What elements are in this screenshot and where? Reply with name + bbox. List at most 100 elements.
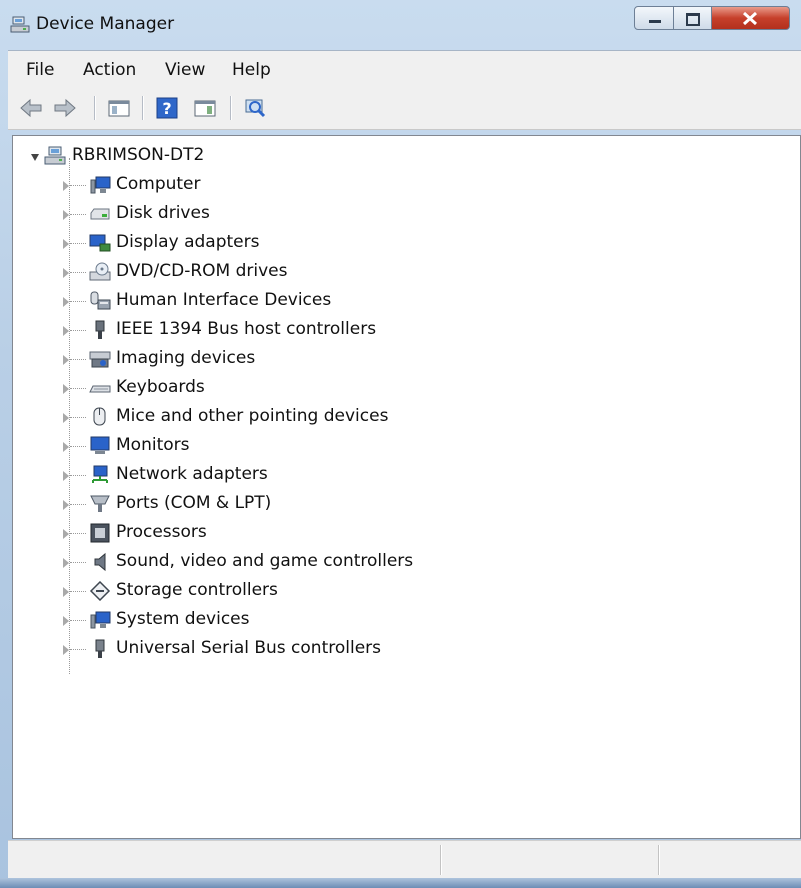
tree-item-label: Computer (116, 174, 201, 194)
tree-item-label: Disk drives (116, 203, 210, 223)
expand-icon[interactable] (63, 529, 69, 539)
tree-item-imaging-devices[interactable]: Imaging devices (13, 346, 800, 372)
window-bottom-border (0, 878, 801, 888)
tree-connector (70, 446, 86, 447)
tree-item-label: System devices (116, 609, 250, 629)
hid-icon (90, 291, 111, 310)
tree-connector (70, 533, 86, 534)
expand-icon[interactable] (63, 645, 69, 655)
tree-item-network-adapters[interactable]: Network adapters (13, 462, 800, 488)
tree-item-label: Mice and other pointing devices (116, 406, 389, 426)
tree-item-processors[interactable]: Processors (13, 520, 800, 546)
expand-icon[interactable] (63, 471, 69, 481)
scan-hardware-icon[interactable] (242, 95, 268, 121)
close-icon (742, 12, 758, 25)
monitor-icon (90, 436, 110, 454)
menu-view[interactable]: View (165, 60, 205, 80)
tree-item-dvd-cd-rom-drives[interactable]: DVD/CD-ROM drives (13, 259, 800, 285)
expand-icon[interactable] (63, 239, 69, 249)
storage-controller-icon (89, 581, 111, 601)
tree-item-label: Universal Serial Bus controllers (116, 638, 382, 658)
tree-item-label: Display adapters (116, 232, 260, 252)
device-manager-icon (10, 16, 30, 33)
tree-item-display-adapters[interactable]: Display adapters (13, 230, 800, 256)
tree-item-computer[interactable]: Computer (13, 172, 800, 198)
tree-item-monitors[interactable]: Monitors (13, 433, 800, 459)
show-hide-console-tree-icon[interactable] (106, 95, 132, 121)
maximize-button[interactable] (674, 6, 712, 30)
tree-item-disk-drives[interactable]: Disk drives (13, 201, 800, 227)
computer-network-icon (44, 146, 66, 165)
display-adapter-icon (89, 234, 111, 252)
tree-item-human-interface-devices[interactable]: Human Interface Devices (13, 288, 800, 314)
ieee1394-icon (95, 320, 105, 339)
show-hide-action-pane-icon[interactable] (192, 95, 218, 121)
menu-action[interactable]: Action (83, 60, 136, 80)
minimize-icon (649, 20, 661, 23)
expand-icon[interactable] (63, 616, 69, 626)
expand-icon[interactable] (63, 442, 69, 452)
expand-icon[interactable] (63, 297, 69, 307)
tree-item-ports[interactable]: Ports (COM & LPT) (13, 491, 800, 517)
tree-connector (70, 330, 86, 331)
tree-connector (70, 417, 86, 418)
expand-icon[interactable] (63, 181, 69, 191)
device-manager-window: Device Manager File Action View Help ? R… (0, 0, 801, 888)
tree-item-usb-controllers[interactable]: Universal Serial Bus controllers (13, 636, 800, 662)
menu-file[interactable]: File (26, 60, 54, 80)
tree-root-label: RBRIMSON-DT2 (72, 145, 205, 165)
tree-connector (70, 475, 86, 476)
device-tree[interactable]: RBRIMSON-DT2 Computer Disk drives Displa… (12, 135, 801, 839)
tree-connector (70, 272, 86, 273)
help-icon[interactable]: ? (154, 95, 180, 121)
menu-help[interactable]: Help (232, 60, 271, 80)
maximize-icon (686, 13, 700, 26)
collapse-icon[interactable] (31, 154, 39, 161)
tree-connector (70, 214, 86, 215)
tree-connector (70, 301, 86, 302)
expand-icon[interactable] (63, 384, 69, 394)
tree-connector (70, 388, 86, 389)
close-button[interactable] (712, 6, 790, 30)
tree-connector (70, 243, 86, 244)
expand-icon[interactable] (63, 587, 69, 597)
tree-item-keyboards[interactable]: Keyboards (13, 375, 800, 401)
camera-icon (89, 351, 111, 368)
tree-connector (70, 649, 86, 650)
tree-item-label: Keyboards (116, 377, 205, 397)
status-bar (8, 840, 801, 879)
expand-icon[interactable] (63, 210, 69, 220)
tree-item-system-devices[interactable]: System devices (13, 607, 800, 633)
svg-text:?: ? (162, 99, 171, 118)
expand-icon[interactable] (63, 558, 69, 568)
processor-icon (90, 523, 110, 543)
tree-item-label: DVD/CD-ROM drives (116, 261, 288, 281)
forward-icon[interactable] (52, 95, 78, 121)
tree-item-mice[interactable]: Mice and other pointing devices (13, 404, 800, 430)
tree-connector (70, 591, 86, 592)
tree-item-label: Human Interface Devices (116, 290, 332, 310)
expand-icon[interactable] (63, 500, 69, 510)
tree-item-label: Storage controllers (116, 580, 278, 600)
window-title: Device Manager (36, 14, 175, 34)
expand-icon[interactable] (63, 268, 69, 278)
expand-icon[interactable] (63, 326, 69, 336)
tree-item-sound-video-game[interactable]: Sound, video and game controllers (13, 549, 800, 575)
title-bar[interactable]: Device Manager (0, 0, 801, 50)
port-icon (90, 495, 110, 512)
tree-item-label: Monitors (116, 435, 190, 455)
tree-item-storage-controllers[interactable]: Storage controllers (13, 578, 800, 604)
tree-root-node[interactable]: RBRIMSON-DT2 (13, 143, 800, 169)
tree-connector (70, 562, 86, 563)
minimize-button[interactable] (634, 6, 674, 30)
expand-icon[interactable] (63, 355, 69, 365)
speaker-icon (94, 552, 106, 572)
back-icon[interactable] (18, 95, 44, 121)
expand-icon[interactable] (63, 413, 69, 423)
tree-item-ieee1394-controllers[interactable]: IEEE 1394 Bus host controllers (13, 317, 800, 343)
tree-item-label: Processors (116, 522, 207, 542)
network-adapter-icon (92, 465, 108, 483)
toolbar: ? (8, 89, 801, 130)
tree-item-label: Ports (COM & LPT) (116, 493, 272, 513)
tree-item-label: Sound, video and game controllers (116, 551, 414, 571)
